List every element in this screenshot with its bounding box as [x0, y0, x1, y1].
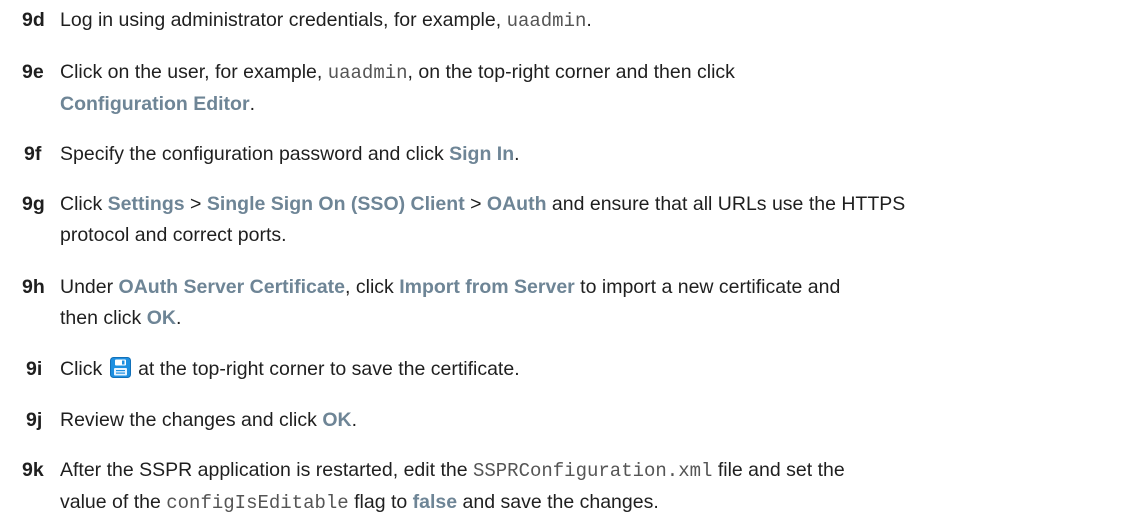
step-number: 9j	[26, 409, 43, 431]
step-text: Click on the user, for example,	[60, 61, 328, 83]
ui-element-reference: Sign In	[449, 143, 515, 165]
step-text: .	[175, 307, 182, 329]
step-text: , click	[345, 276, 400, 298]
step-number: 9d	[22, 9, 45, 31]
step-text: , on the top-right corner and then click	[407, 61, 735, 83]
step-number: 9f	[24, 143, 42, 165]
inline-code: SSPRConfiguration.xml	[472, 460, 713, 482]
step-number: 9g	[22, 193, 45, 215]
step-body: After the SSPR application is restarted,…	[60, 455, 1135, 519]
save-icon	[109, 357, 131, 378]
step-text: protocol and correct ports.	[60, 224, 287, 246]
step-text: >	[464, 193, 487, 215]
step-body: Review the changes and click OK.	[60, 405, 1135, 436]
step-text: file and set the	[712, 459, 845, 481]
inline-code: uaadmin	[506, 10, 587, 32]
ui-element-reference: Configuration Editor	[60, 93, 250, 115]
step-body: Click on the user, for example, uaadmin,…	[60, 57, 1135, 120]
step-text: Click	[60, 193, 108, 215]
step-text: Under	[60, 276, 119, 298]
ui-element-reference: OAuth Server Certificate	[118, 276, 346, 298]
step-text: .	[586, 9, 592, 31]
step-text: then click	[60, 307, 147, 329]
step-number: 9e	[22, 61, 44, 83]
step-text: .	[514, 143, 520, 165]
step-body: Click at the top-right corner to save th…	[60, 354, 1135, 385]
step-body: Specify the configuration password and c…	[60, 139, 1135, 170]
step-text: After the SSPR application is restarted,…	[60, 459, 473, 481]
step-body: Log in using administrator credentials, …	[60, 5, 1135, 37]
ui-element-reference: Single Sign On (SSO) Client	[206, 193, 465, 215]
step-number: 9k	[22, 459, 44, 481]
step-body: Click Settings > Single Sign On (SSO) Cl…	[60, 189, 1135, 251]
step-body: Under OAuth Server Certificate, click Im…	[60, 272, 1135, 334]
step-text: Specify the configuration password and c…	[60, 143, 450, 165]
step-text: Log in using administrator credentials, …	[60, 9, 507, 31]
step-text: at the top-right corner to save the cert…	[132, 358, 520, 380]
ui-element-reference: Settings	[107, 193, 185, 215]
step-number: 9h	[22, 276, 45, 298]
step-text: and ensure that all URLs use the HTTPS	[546, 193, 906, 215]
ui-element-reference: OAuth	[486, 193, 547, 215]
step-number: 9i	[26, 358, 43, 380]
step-text: >	[184, 193, 207, 215]
inline-code: uaadmin	[327, 62, 408, 84]
step-text: .	[351, 409, 357, 431]
step-text: .	[249, 93, 255, 115]
step-text: Click	[60, 358, 108, 380]
inline-code: configIsEditable	[166, 492, 349, 514]
ui-element-reference: OK	[322, 409, 352, 431]
ui-element-reference: OK	[146, 307, 176, 329]
step-text: Review the changes and click	[60, 409, 323, 431]
step-text: to import a new certificate and	[574, 276, 841, 298]
ui-element-reference: Import from Server	[399, 276, 575, 298]
